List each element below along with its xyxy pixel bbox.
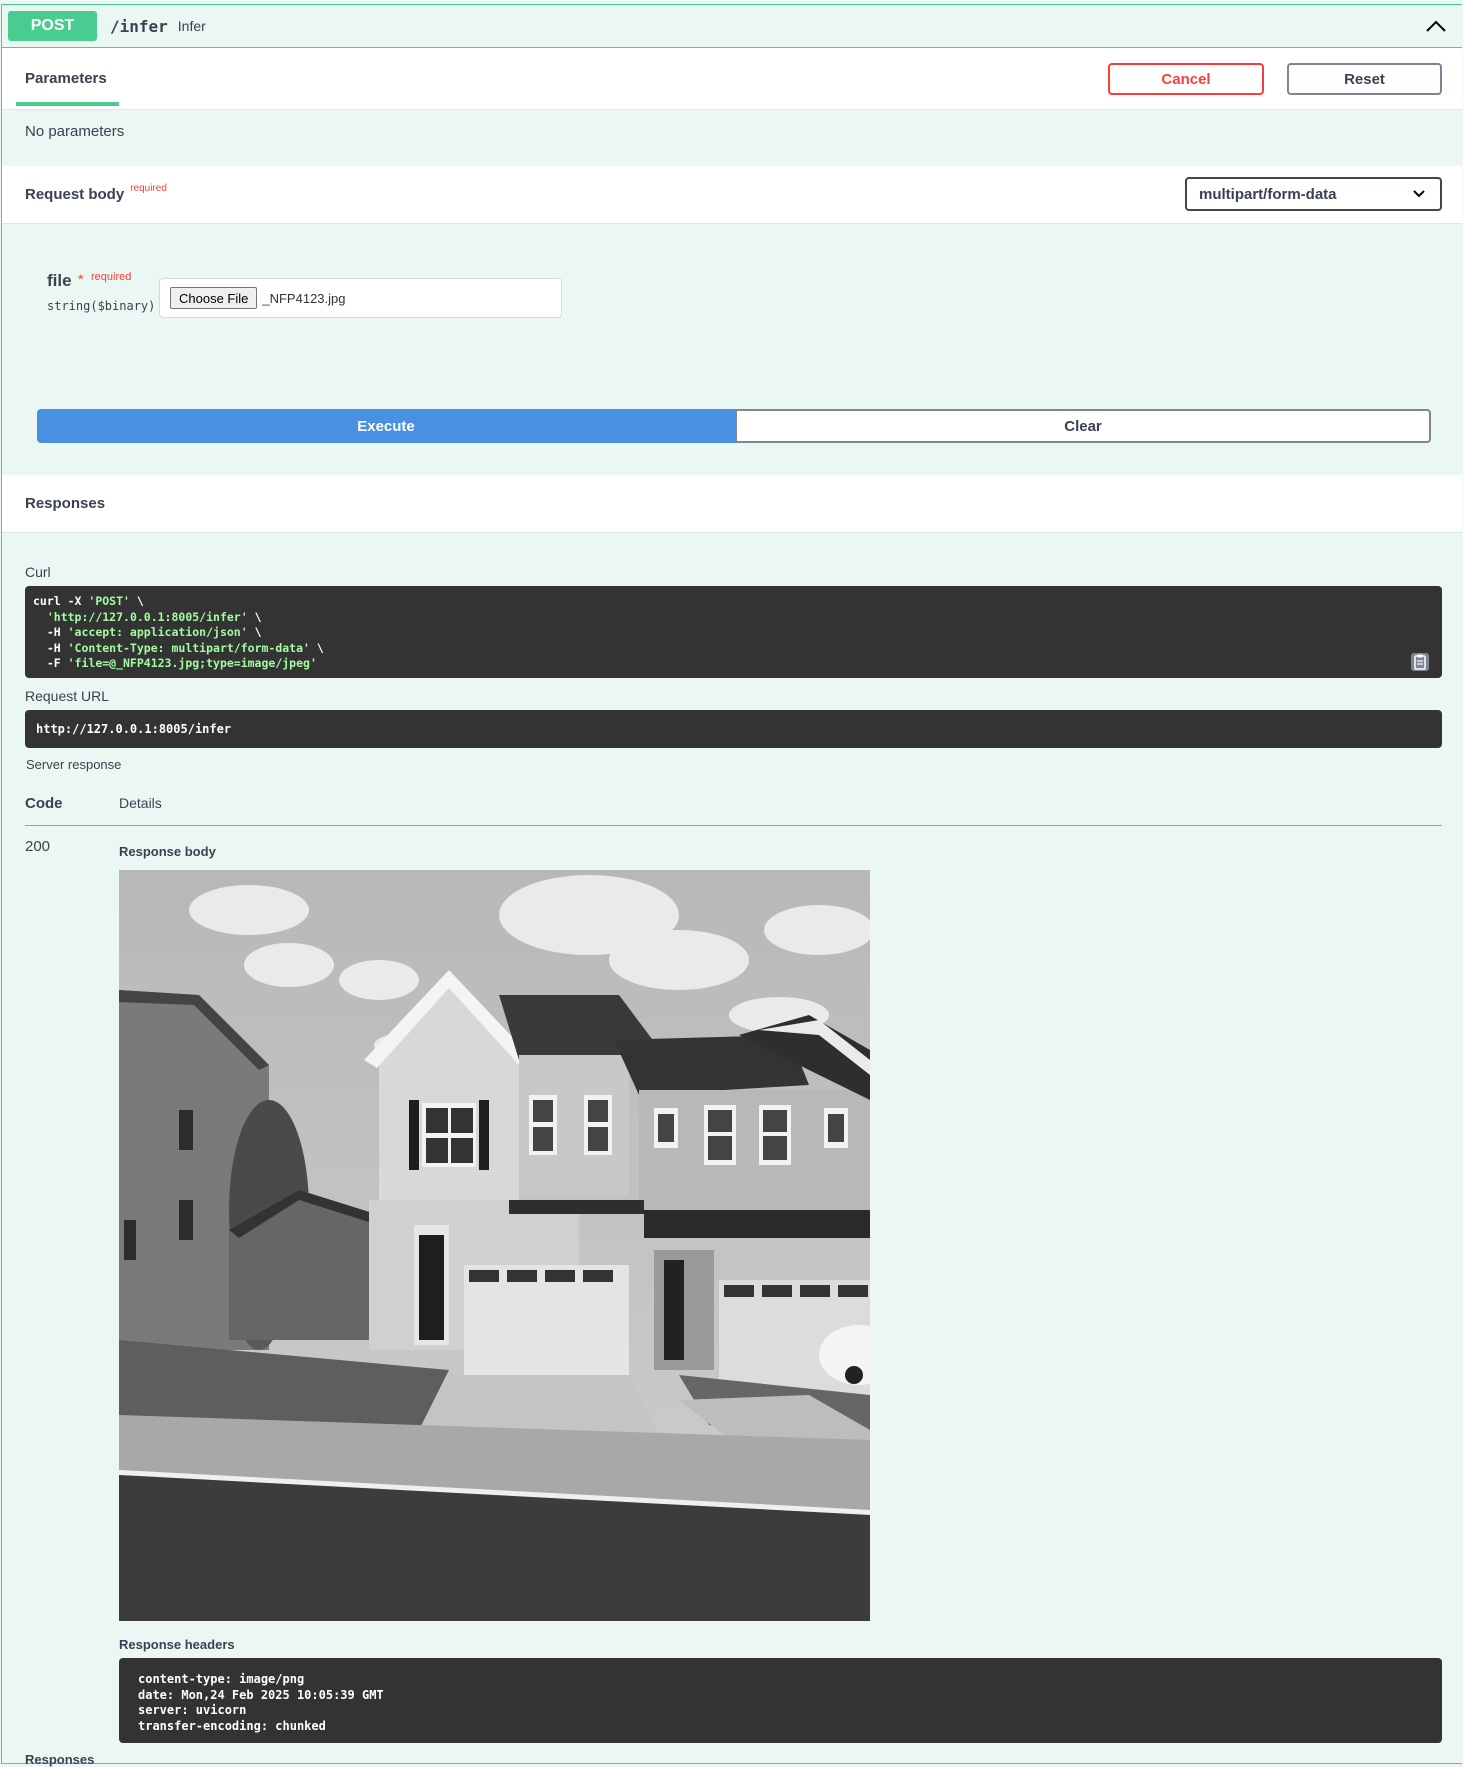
clear-button[interactable]: Clear	[735, 409, 1431, 443]
responses-bottom-label: Responses	[25, 1752, 95, 1767]
curl-token: -H	[33, 640, 68, 655]
curl-token: \	[309, 640, 324, 655]
clipboard-copy-icon[interactable]	[1410, 652, 1430, 672]
content-type-select[interactable]: multipart/form-data	[1185, 177, 1442, 211]
method-badge: POST	[8, 11, 97, 41]
curl-line: -H 'Content-Type: multipart/form-data' \	[33, 641, 1434, 657]
cancel-button[interactable]: Cancel	[1108, 63, 1264, 95]
no-parameters-text: No parameters	[25, 123, 125, 140]
curl-token	[33, 610, 47, 624]
operation-path: /infer	[110, 16, 168, 36]
curl-line: 'http://127.0.0.1:8005/infer' \	[33, 610, 1434, 626]
tab-underline	[16, 102, 119, 106]
curl-line: -H 'accept: application/json' \	[33, 625, 1434, 641]
responses-title: Responses	[25, 495, 106, 512]
chevron-up-icon[interactable]	[1424, 15, 1448, 37]
response-header-line: transfer-encoding: chunked	[138, 1718, 326, 1733]
response-header-line: content-type: image/png	[138, 1672, 305, 1686]
request-body-title: Request body	[25, 186, 125, 203]
reset-button[interactable]: Reset	[1287, 63, 1442, 95]
file-field-name: file	[47, 271, 72, 290]
status-code: 200	[25, 838, 51, 855]
file-field-type: string($binary)	[47, 299, 156, 313]
selected-file-name: _NFP4123.jpg	[262, 290, 346, 306]
operation-description: Infer	[177, 18, 206, 34]
server-response-label: Server response	[26, 757, 122, 772]
chevron-down-icon	[1413, 190, 1425, 198]
choose-file-button[interactable]: Choose File	[170, 287, 258, 309]
curl-string: 'http://127.0.0.1:8005/infer'	[46, 609, 248, 624]
curl-line: curl -X 'POST' \	[33, 594, 1434, 610]
file-required-text: required	[91, 271, 132, 283]
header-lines: content-type: image/png date: Mon,24 Feb …	[138, 1672, 1423, 1734]
details-column-header: Details	[119, 795, 162, 811]
content-type-value: multipart/form-data	[1199, 185, 1337, 203]
curl-string: 'accept: application/json'	[67, 625, 248, 640]
code-column-header: Code	[25, 795, 63, 812]
operation-summary[interactable]: POST /infer Infer	[2, 5, 1462, 48]
curl-string: 'file=@_NFP4123.jpg;type=image/jpeg'	[67, 656, 317, 671]
response-header-line: server: uvicorn	[138, 1703, 247, 1717]
responses-header: Responses	[2, 475, 1462, 533]
required-star: *	[78, 271, 84, 287]
curl-lines: curl -X 'POST' \ 'http://127.0.0.1:8005/…	[33, 594, 1434, 672]
response-header-line: date: Mon,24 Feb 2025 10:05:39 GMT	[138, 1687, 384, 1702]
operation-block: POST /infer Infer Parameters Cancel Rese…	[1, 4, 1462, 1767]
tab-parameters[interactable]: Parameters	[25, 70, 107, 87]
curl-string: 'Content-Type: multipart/form-data'	[67, 640, 310, 655]
curl-token: -F	[33, 656, 68, 671]
curl-token: -H	[33, 625, 68, 640]
curl-code-block[interactable]: curl -X 'POST' \ 'http://127.0.0.1:8005/…	[25, 586, 1442, 678]
request-body-header: Request body required multipart/form-data	[2, 166, 1462, 224]
parameters-header: Parameters Cancel Reset	[2, 48, 1462, 110]
response-headers-label: Response headers	[119, 1637, 235, 1652]
response-headers-block[interactable]: content-type: image/png date: Mon,24 Feb …	[119, 1658, 1442, 1743]
request-url-label: Request URL	[25, 688, 110, 704]
curl-token: \	[247, 625, 262, 640]
execute-button[interactable]: Execute	[37, 409, 735, 443]
response-body-label: Response body	[119, 844, 216, 859]
curl-token: curl -X	[33, 594, 89, 608]
curl-line: -F 'file=@_NFP4123.jpg;type=image/jpeg'	[33, 656, 1434, 672]
house-photo	[119, 870, 870, 1621]
response-table-header: Code Details	[25, 785, 1442, 826]
response-image	[119, 870, 870, 1621]
request-body-label: Request body required	[25, 183, 167, 203]
required-marker: required	[130, 183, 167, 194]
request-url-block[interactable]: http://127.0.0.1:8005/infer	[25, 710, 1442, 748]
curl-label: Curl	[25, 564, 51, 580]
file-input[interactable]: Choose File _NFP4123.jpg	[159, 278, 562, 318]
curl-token: \	[129, 594, 144, 608]
curl-token: \	[247, 609, 262, 624]
curl-string: 'POST'	[88, 594, 130, 608]
